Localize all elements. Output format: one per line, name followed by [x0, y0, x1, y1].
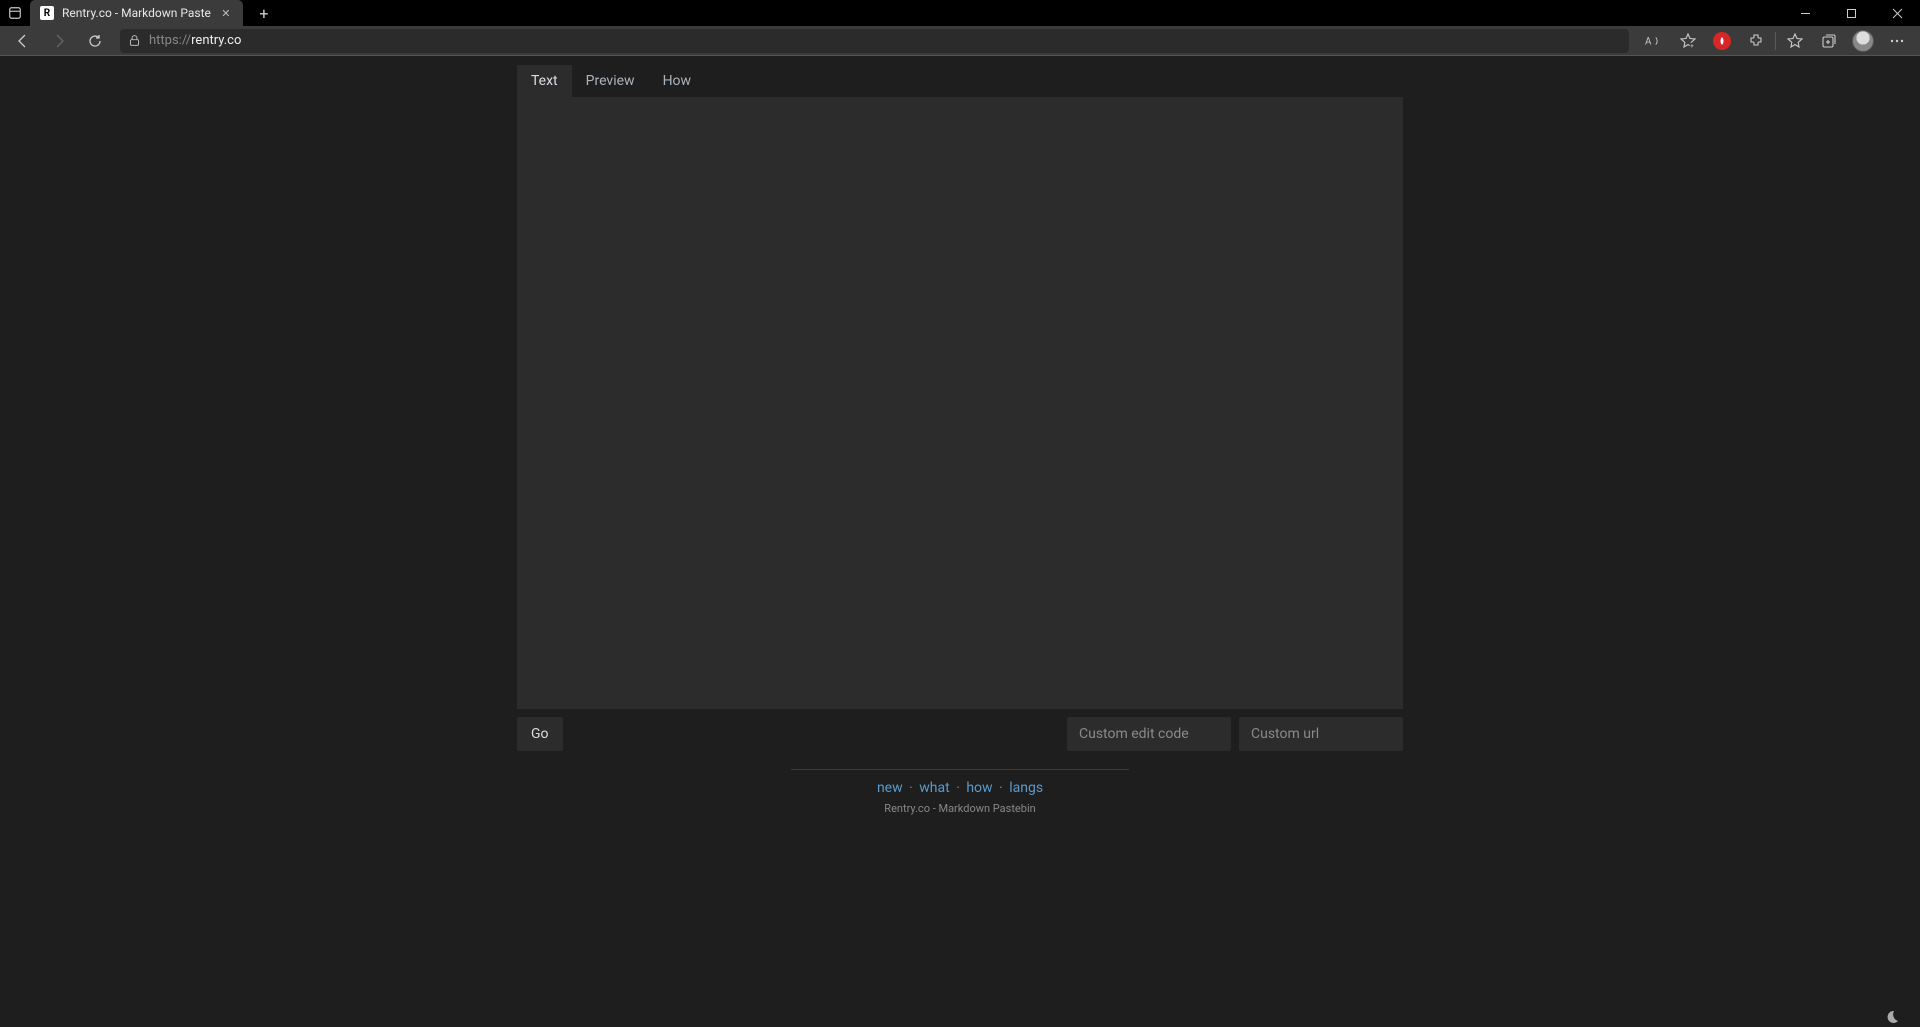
close-tab-icon[interactable]: ✕ [219, 7, 233, 20]
footer-subtitle: Rentry.co - Markdown Pastebin [517, 802, 1403, 815]
url-protocol: https:// [149, 33, 191, 48]
footer-dot: · [956, 780, 960, 796]
footer-divider [791, 769, 1129, 770]
refresh-button[interactable] [78, 27, 112, 55]
editor-tabs: Text Preview How [517, 65, 1403, 97]
edit-code-input[interactable] [1067, 717, 1231, 751]
bottom-controls: Go [517, 717, 1403, 751]
window-titlebar: R Rentry.co - Markdown Paste ✕ + [0, 0, 1920, 26]
profile-avatar[interactable] [1846, 27, 1880, 55]
footer-link-what[interactable]: what [919, 780, 949, 796]
footer: new · what · how · langs Rentry.co - Mar… [517, 769, 1403, 815]
browser-toolbar: https://rentry.co A + [0, 26, 1920, 56]
collections-icon[interactable] [1812, 27, 1846, 55]
footer-links: new · what · how · langs [517, 780, 1403, 796]
browser-tab[interactable]: R Rentry.co - Markdown Paste ✕ [30, 0, 243, 26]
url-text: https://rentry.co [149, 33, 241, 48]
footer-link-new[interactable]: new [877, 780, 903, 796]
editor-textarea[interactable] [517, 97, 1403, 709]
minimize-icon[interactable] [1782, 0, 1828, 26]
url-host: rentry.co [191, 33, 241, 48]
tab-preview[interactable]: Preview [572, 65, 649, 97]
footer-dot: · [999, 780, 1003, 796]
footer-dot: · [909, 780, 913, 796]
svg-text:+: + [1690, 43, 1694, 49]
theme-toggle-icon[interactable] [1884, 1009, 1900, 1025]
main-container: Text Preview How Go new · what · how · l… [517, 56, 1403, 1027]
favorites-add-icon[interactable]: + [1671, 27, 1705, 55]
custom-url-input[interactable] [1239, 717, 1403, 751]
read-aloud-icon[interactable]: A [1637, 27, 1671, 55]
tab-strip: R Rentry.co - Markdown Paste ✕ + [0, 0, 279, 26]
footer-link-how[interactable]: how [966, 780, 992, 796]
more-icon[interactable] [1880, 27, 1914, 55]
toolbar-right-icons: A + [1637, 27, 1914, 55]
tab-actions-icon[interactable] [0, 0, 30, 26]
extension-red-icon[interactable] [1705, 27, 1739, 55]
lock-icon [128, 34, 141, 47]
forward-button[interactable] [42, 27, 76, 55]
new-tab-button[interactable]: + [249, 0, 279, 26]
tab-title: Rentry.co - Markdown Paste [62, 6, 211, 20]
footer-link-langs[interactable]: langs [1009, 780, 1043, 796]
extensions-icon[interactable] [1739, 27, 1773, 55]
go-button[interactable]: Go [517, 717, 563, 751]
favicon-icon: R [40, 6, 54, 20]
back-button[interactable] [6, 27, 40, 55]
favorites-icon[interactable] [1778, 27, 1812, 55]
svg-text:A: A [1645, 36, 1652, 47]
window-controls [1782, 0, 1920, 26]
maximize-icon[interactable] [1828, 0, 1874, 26]
tab-how[interactable]: How [649, 65, 706, 97]
page-content: Text Preview How Go new · what · how · l… [0, 56, 1920, 1027]
tab-text[interactable]: Text [517, 65, 572, 97]
toolbar-separator [1775, 32, 1776, 50]
close-window-icon[interactable] [1874, 0, 1920, 26]
address-bar[interactable]: https://rentry.co [120, 29, 1629, 53]
